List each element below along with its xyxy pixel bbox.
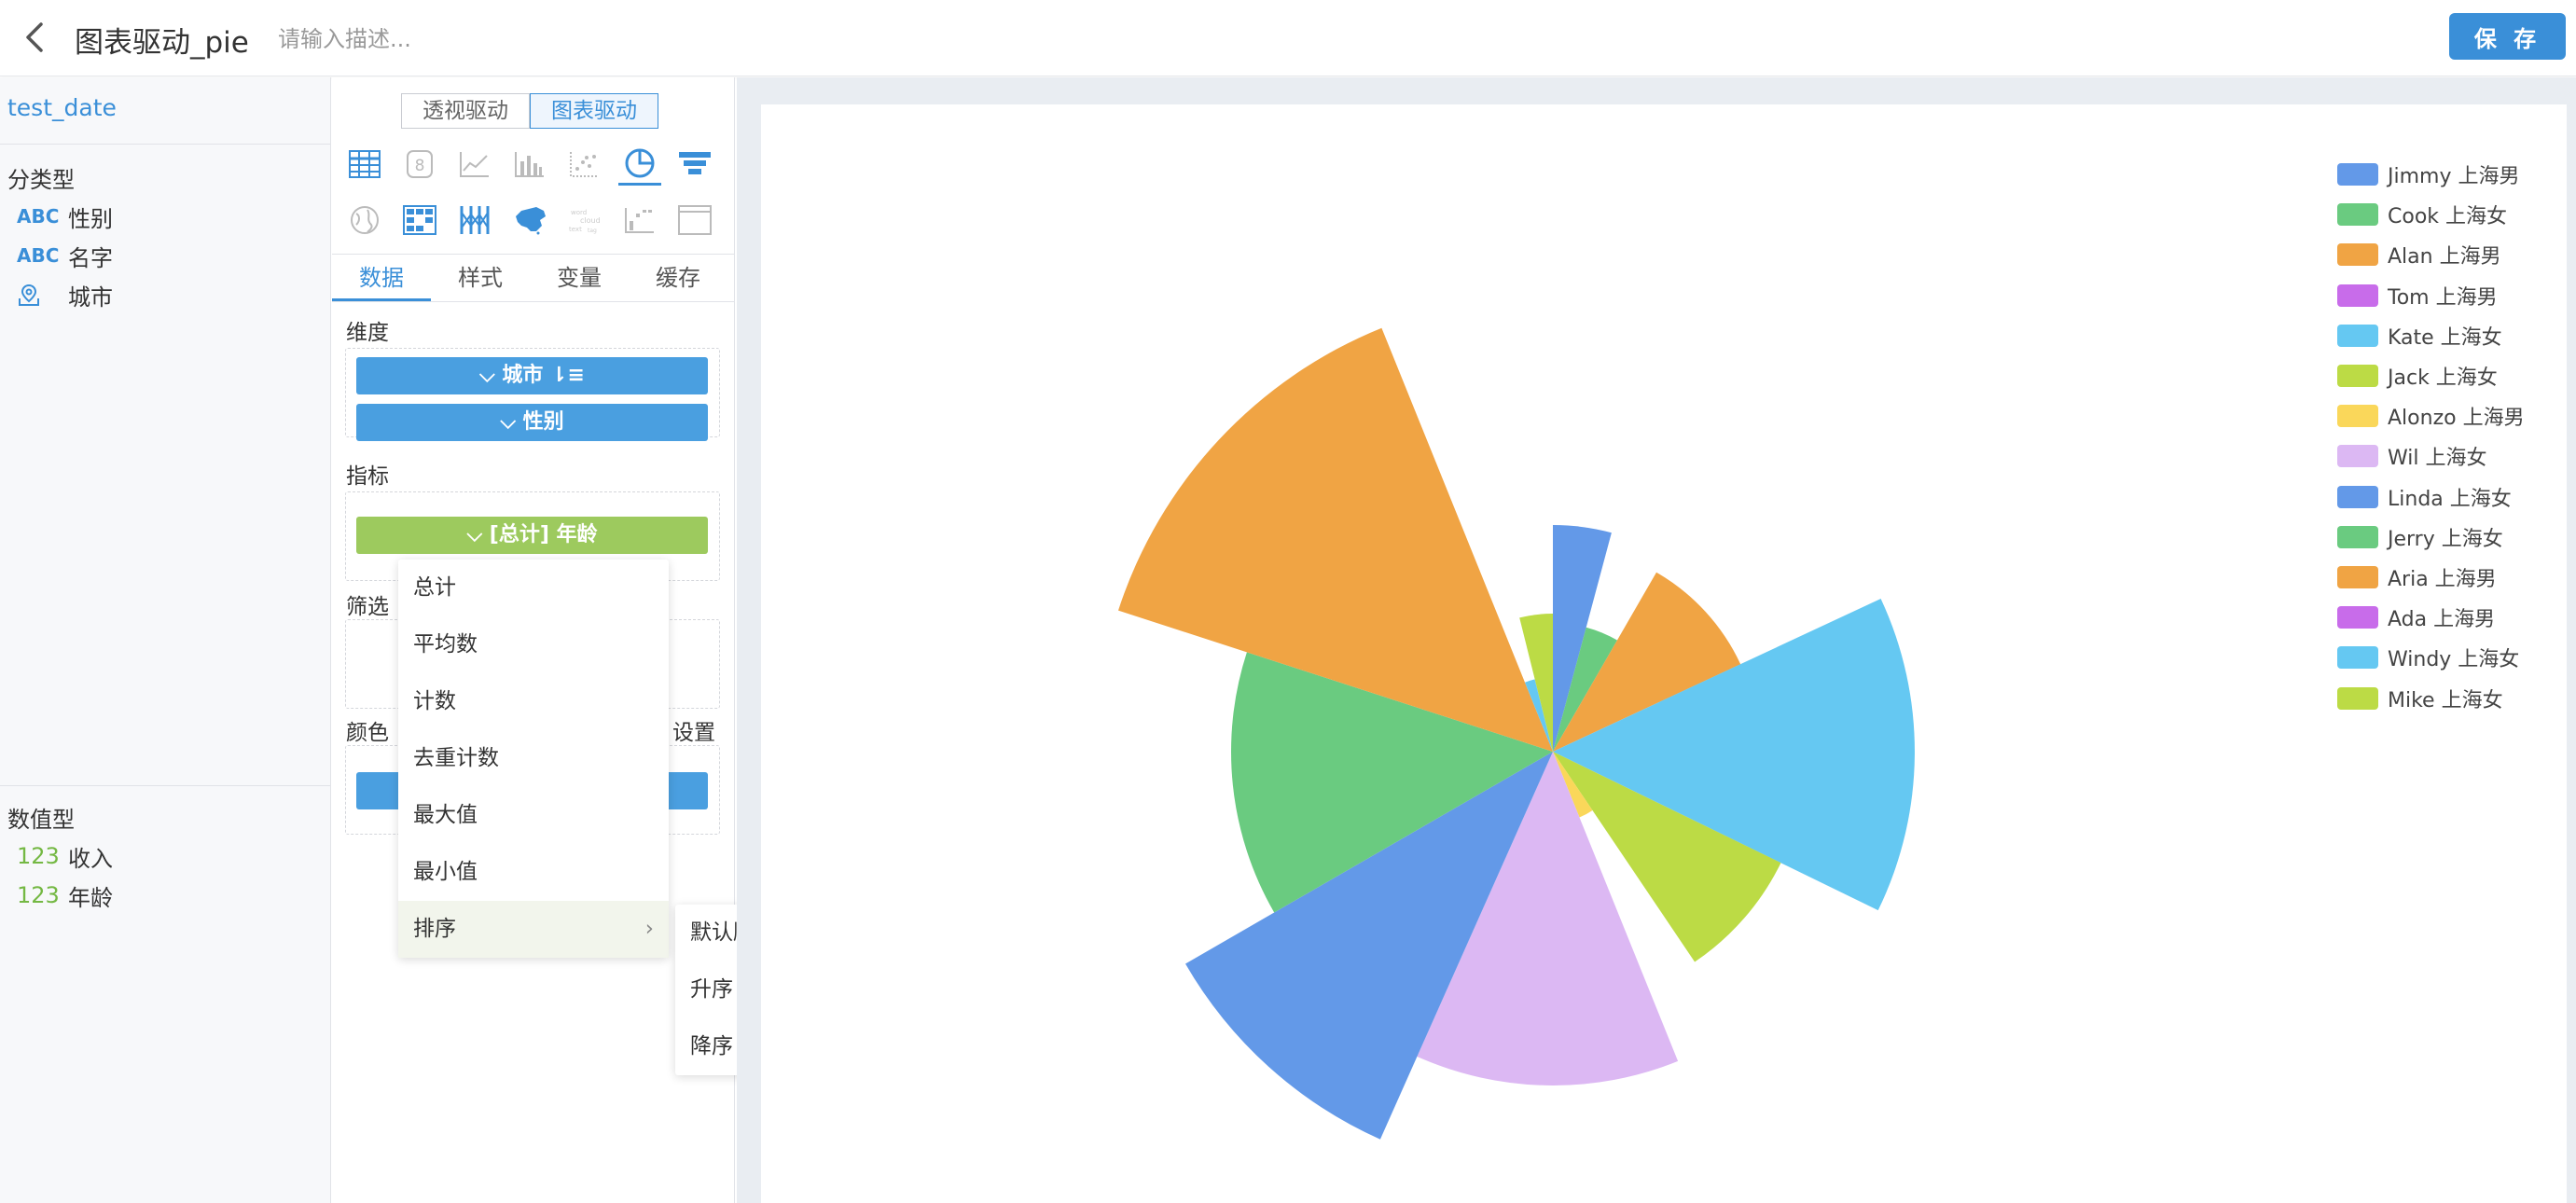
legend-item[interactable]: Windy 上海女 <box>2337 643 2519 671</box>
legend-item[interactable]: Cook 上海女 <box>2337 200 2507 228</box>
legend-swatch <box>2337 686 2378 710</box>
legend-swatch <box>2337 646 2378 670</box>
legend-label: Mike 上海女 <box>2388 688 2503 712</box>
legend-label: Jerry 上海女 <box>2388 527 2503 551</box>
legend-label: Jimmy 上海男 <box>2388 165 2520 188</box>
legend-label: Ada 上海男 <box>2388 608 2496 632</box>
legend-item[interactable]: Wil 上海女 <box>2337 442 2487 470</box>
legend-swatch <box>2337 566 2378 588</box>
legend-item[interactable]: Ada 上海男 <box>2337 603 2495 631</box>
legend-swatch <box>2337 485 2378 508</box>
legend-label: Tom 上海男 <box>2388 285 2498 310</box>
rose-pie-chart <box>1118 327 1915 1140</box>
legend-item[interactable]: Aria 上海男 <box>2337 563 2497 591</box>
legend-item[interactable]: Jimmy 上海男 <box>2337 160 2519 188</box>
legend-swatch <box>2337 324 2378 347</box>
legend-swatch <box>2337 283 2378 307</box>
legend-label: Alan 上海男 <box>2388 245 2501 270</box>
legend-swatch <box>2337 405 2378 428</box>
legend-label: Kate 上海女 <box>2388 325 2502 350</box>
legend-item[interactable]: Mike 上海女 <box>2337 684 2503 712</box>
legend-swatch <box>2337 606 2378 629</box>
legend-item[interactable]: Alonzo 上海男 <box>2337 402 2525 430</box>
legend-label: Alonzo 上海男 <box>2388 407 2525 431</box>
legend-label: Windy 上海女 <box>2388 648 2520 672</box>
legend-item[interactable]: Kate 上海女 <box>2337 322 2502 350</box>
legend-label: Wil 上海女 <box>2388 447 2487 471</box>
legend-item[interactable]: Alan 上海男 <box>2337 241 2501 269</box>
legend-swatch <box>2337 243 2378 267</box>
legend-item[interactable]: Jack 上海女 <box>2337 362 2498 390</box>
legend-label: Linda 上海女 <box>2388 487 2512 511</box>
legend-item[interactable]: Tom 上海男 <box>2337 282 2498 310</box>
legend-item[interactable]: Jerry 上海女 <box>2337 523 2503 551</box>
legend-swatch <box>2337 163 2378 186</box>
legend-item[interactable]: Linda 上海女 <box>2337 483 2512 511</box>
legend-swatch <box>2337 365 2378 387</box>
legend-label: Cook 上海女 <box>2388 205 2508 229</box>
legend-swatch <box>2337 445 2378 468</box>
legend-label: Aria 上海男 <box>2388 568 2497 591</box>
legend-swatch <box>2337 203 2378 227</box>
legend-swatch <box>2337 525 2378 548</box>
legend-label: Jack 上海女 <box>2388 366 2498 390</box>
